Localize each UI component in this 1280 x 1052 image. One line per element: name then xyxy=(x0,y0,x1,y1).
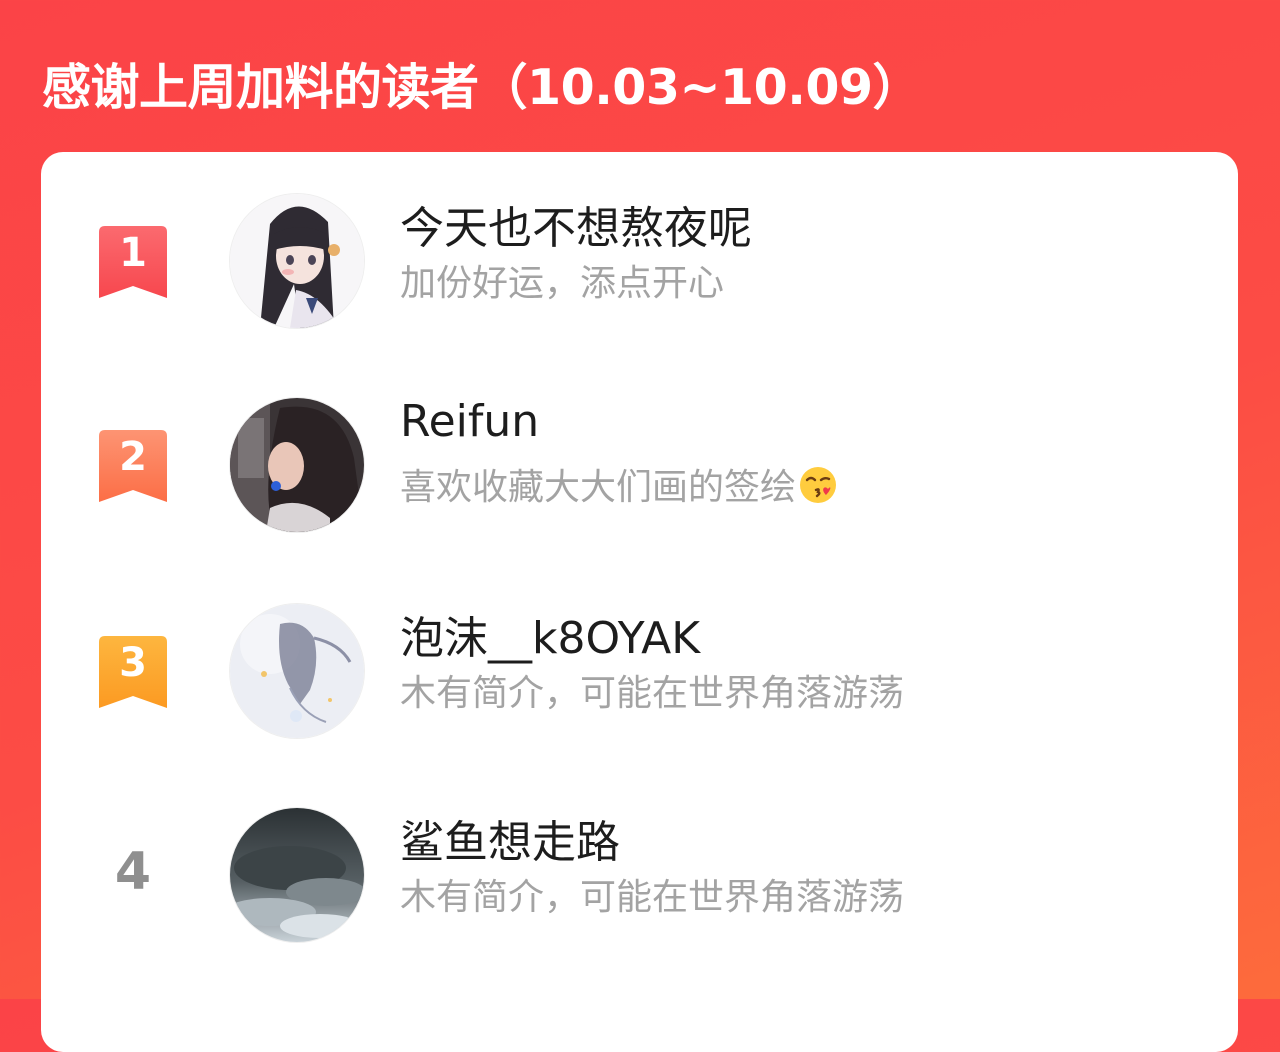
reader-row[interactable]: 2 Reifun 喜欢收藏大大们画的签绘 xyxy=(41,394,1238,534)
kissing-face-with-heart-icon xyxy=(798,465,838,514)
reader-bio: 加份好运，添点开心 xyxy=(400,263,725,304)
rank-number: 3 xyxy=(119,640,147,686)
reader-bio: 木有简介，可能在世界角落游荡 xyxy=(400,673,905,714)
rank-badge-icon: 3 xyxy=(99,636,167,708)
reader-row[interactable]: 4 鲨鱼想走路 木有简介，可能在世界角落游荡 xyxy=(41,804,1238,944)
page-title: 感谢上周加料的读者（10.03~10.09） xyxy=(42,59,922,116)
reader-bio: 喜欢收藏大大们画的签绘 xyxy=(400,458,838,514)
reader-name: 泡沫__k8OYAK xyxy=(400,613,701,664)
avatar[interactable] xyxy=(230,194,364,328)
reader-row[interactable]: 1 今天也不想熬夜呢 加份好运，添点开心 xyxy=(41,190,1238,330)
rank-number: 2 xyxy=(119,434,147,480)
avatar[interactable] xyxy=(230,808,364,942)
rank-number: 4 xyxy=(114,842,152,902)
rank-badge-icon: 2 xyxy=(99,430,167,502)
reader-list-card: 1 今天也不想熬夜呢 加份好运，添点开心 2 Reifun 喜欢收藏大大们画的签… xyxy=(41,152,1238,1052)
rank-number: 1 xyxy=(119,230,147,276)
reader-bio: 木有简介，可能在世界角落游荡 xyxy=(400,877,905,918)
reader-name: 今天也不想熬夜呢 xyxy=(400,203,752,254)
reader-row[interactable]: 3 泡沫__k8OYAK 木有简介，可能在世界角落游荡 xyxy=(41,600,1238,740)
reader-name: Reifun xyxy=(400,396,540,447)
avatar[interactable] xyxy=(230,604,364,738)
reader-bio-text: 喜欢收藏大大们画的签绘 xyxy=(400,467,797,508)
rank-badge-icon: 1 xyxy=(99,226,167,298)
reader-name: 鲨鱼想走路 xyxy=(400,817,620,868)
avatar[interactable] xyxy=(230,398,364,532)
